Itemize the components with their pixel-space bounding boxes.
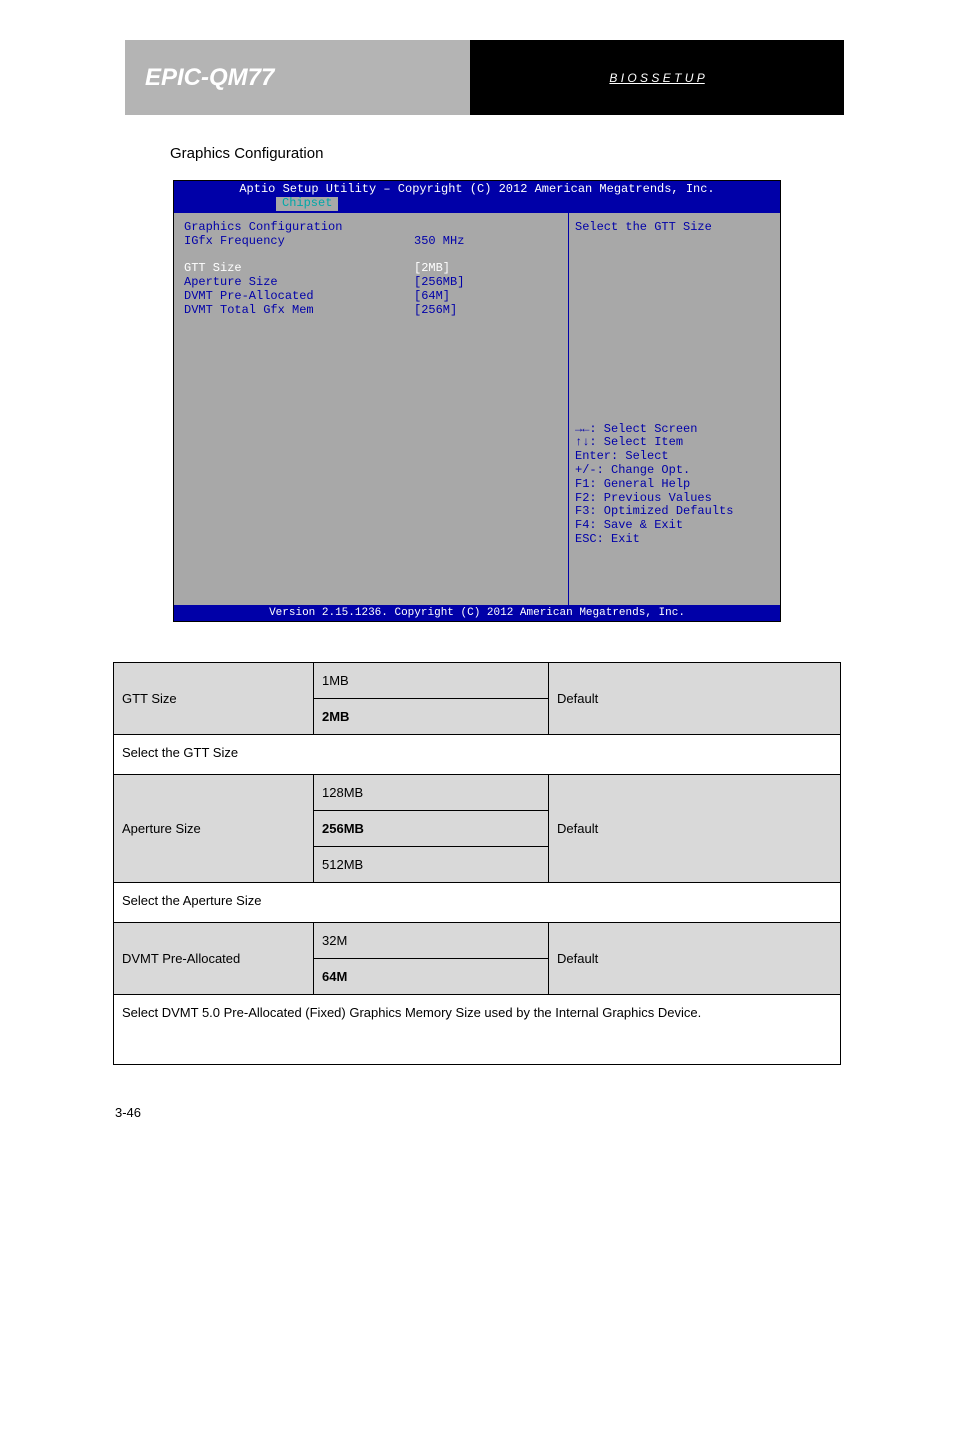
bios-body: Graphics Configuration IGfx Frequency 35… bbox=[174, 213, 780, 605]
option-name: GTT Size bbox=[114, 663, 314, 735]
options-table: GTT Size 1MB Default 2MB Select the GTT … bbox=[113, 662, 841, 1065]
table-row: DVMT Pre-Allocated 32M Default bbox=[114, 923, 841, 959]
bios-row-value: [2MB] bbox=[414, 262, 450, 276]
bios-nav-line: F2: Previous Values bbox=[575, 492, 774, 506]
bios-row-aperture[interactable]: Aperture Size [256MB] bbox=[184, 276, 558, 290]
bios-right-panel: Select the GTT Size →←: Select Screen ↑↓… bbox=[568, 213, 780, 605]
header-right-link: B I O S S E T U P bbox=[470, 40, 844, 115]
bios-row-value: [256MB] bbox=[414, 276, 464, 290]
bios-nav-line: F3: Optimized Defaults bbox=[575, 505, 774, 519]
bios-left-heading: Graphics Configuration bbox=[184, 221, 558, 235]
option-description: Select the Aperture Size bbox=[114, 883, 841, 923]
bios-left-panel: Graphics Configuration IGfx Frequency 35… bbox=[174, 213, 568, 605]
bios-row-value: [64M] bbox=[414, 290, 450, 304]
option-default: Default bbox=[549, 923, 841, 995]
bios-row-gtt[interactable]: GTT Size [2MB] bbox=[184, 262, 558, 276]
bios-row-dvmt-pre[interactable]: DVMT Pre-Allocated [64M] bbox=[184, 290, 558, 304]
option-default: Default bbox=[549, 663, 841, 735]
bios-spacer bbox=[575, 547, 774, 597]
bios-row-value: 350 MHz bbox=[414, 235, 464, 249]
option-value: 1MB bbox=[314, 663, 549, 699]
table-row: Select DVMT 5.0 Pre-Allocated (Fixed) Gr… bbox=[114, 995, 841, 1065]
table-row: Aperture Size 128MB Default bbox=[114, 775, 841, 811]
bios-nav-line: +/-: Change Opt. bbox=[575, 464, 774, 478]
option-default: Default bbox=[549, 775, 841, 883]
bios-row-label: IGfx Frequency bbox=[184, 235, 414, 249]
bios-screenshot: Aptio Setup Utility – Copyright (C) 2012… bbox=[173, 180, 781, 622]
option-value: 256MB bbox=[314, 811, 549, 847]
table-row: Select the GTT Size bbox=[114, 735, 841, 775]
header-left-title: EPIC-QM77 bbox=[125, 40, 470, 115]
option-description: Select the GTT Size bbox=[114, 735, 841, 775]
bios-nav-help: →←: Select Screen ↑↓: Select Item Enter:… bbox=[575, 423, 774, 597]
bios-help-title: Select the GTT Size bbox=[575, 221, 774, 235]
option-value: 128MB bbox=[314, 775, 549, 811]
option-value: 64M bbox=[314, 959, 549, 995]
option-name: Aperture Size bbox=[114, 775, 314, 883]
section-subtitle: Graphics Configuration bbox=[170, 145, 954, 162]
bios-tab-chipset[interactable]: Chipset bbox=[276, 197, 338, 211]
bios-row-label: DVMT Total Gfx Mem bbox=[184, 304, 414, 318]
bios-nav-line: →←: Select Screen bbox=[575, 423, 774, 437]
option-description: Select DVMT 5.0 Pre-Allocated (Fixed) Gr… bbox=[114, 995, 841, 1065]
bios-nav-line: F1: General Help bbox=[575, 478, 774, 492]
bios-spacer bbox=[184, 248, 558, 262]
bios-nav-line: Enter: Select bbox=[575, 450, 774, 464]
option-value: 512MB bbox=[314, 847, 549, 883]
page-number: 3-46 bbox=[0, 1105, 954, 1120]
bios-nav-line: F4: Save & Exit bbox=[575, 519, 774, 533]
bios-nav-line: ↑↓: Select Item bbox=[575, 436, 774, 450]
bios-topbar: Aptio Setup Utility – Copyright (C) 2012… bbox=[174, 181, 780, 197]
table-row: Select the Aperture Size bbox=[114, 883, 841, 923]
option-name: DVMT Pre-Allocated bbox=[114, 923, 314, 995]
bios-footer: Version 2.15.1236. Copyright (C) 2012 Am… bbox=[174, 605, 780, 622]
bios-row-label: GTT Size bbox=[184, 262, 414, 276]
bios-row-value: [256M] bbox=[414, 304, 457, 318]
bios-row-label: DVMT Pre-Allocated bbox=[184, 290, 414, 304]
bios-row-label: Aperture Size bbox=[184, 276, 414, 290]
header-bar: EPIC-QM77 B I O S S E T U P bbox=[125, 40, 844, 115]
bios-nav-line: ESC: Exit bbox=[575, 533, 774, 547]
option-value: 2MB bbox=[314, 699, 549, 735]
bios-row-igfx: IGfx Frequency 350 MHz bbox=[184, 235, 558, 249]
table-row: GTT Size 1MB Default bbox=[114, 663, 841, 699]
option-value: 32M bbox=[314, 923, 549, 959]
bios-row-dvmt-total[interactable]: DVMT Total Gfx Mem [256M] bbox=[184, 304, 558, 318]
bios-tabs: Chipset bbox=[174, 197, 780, 213]
